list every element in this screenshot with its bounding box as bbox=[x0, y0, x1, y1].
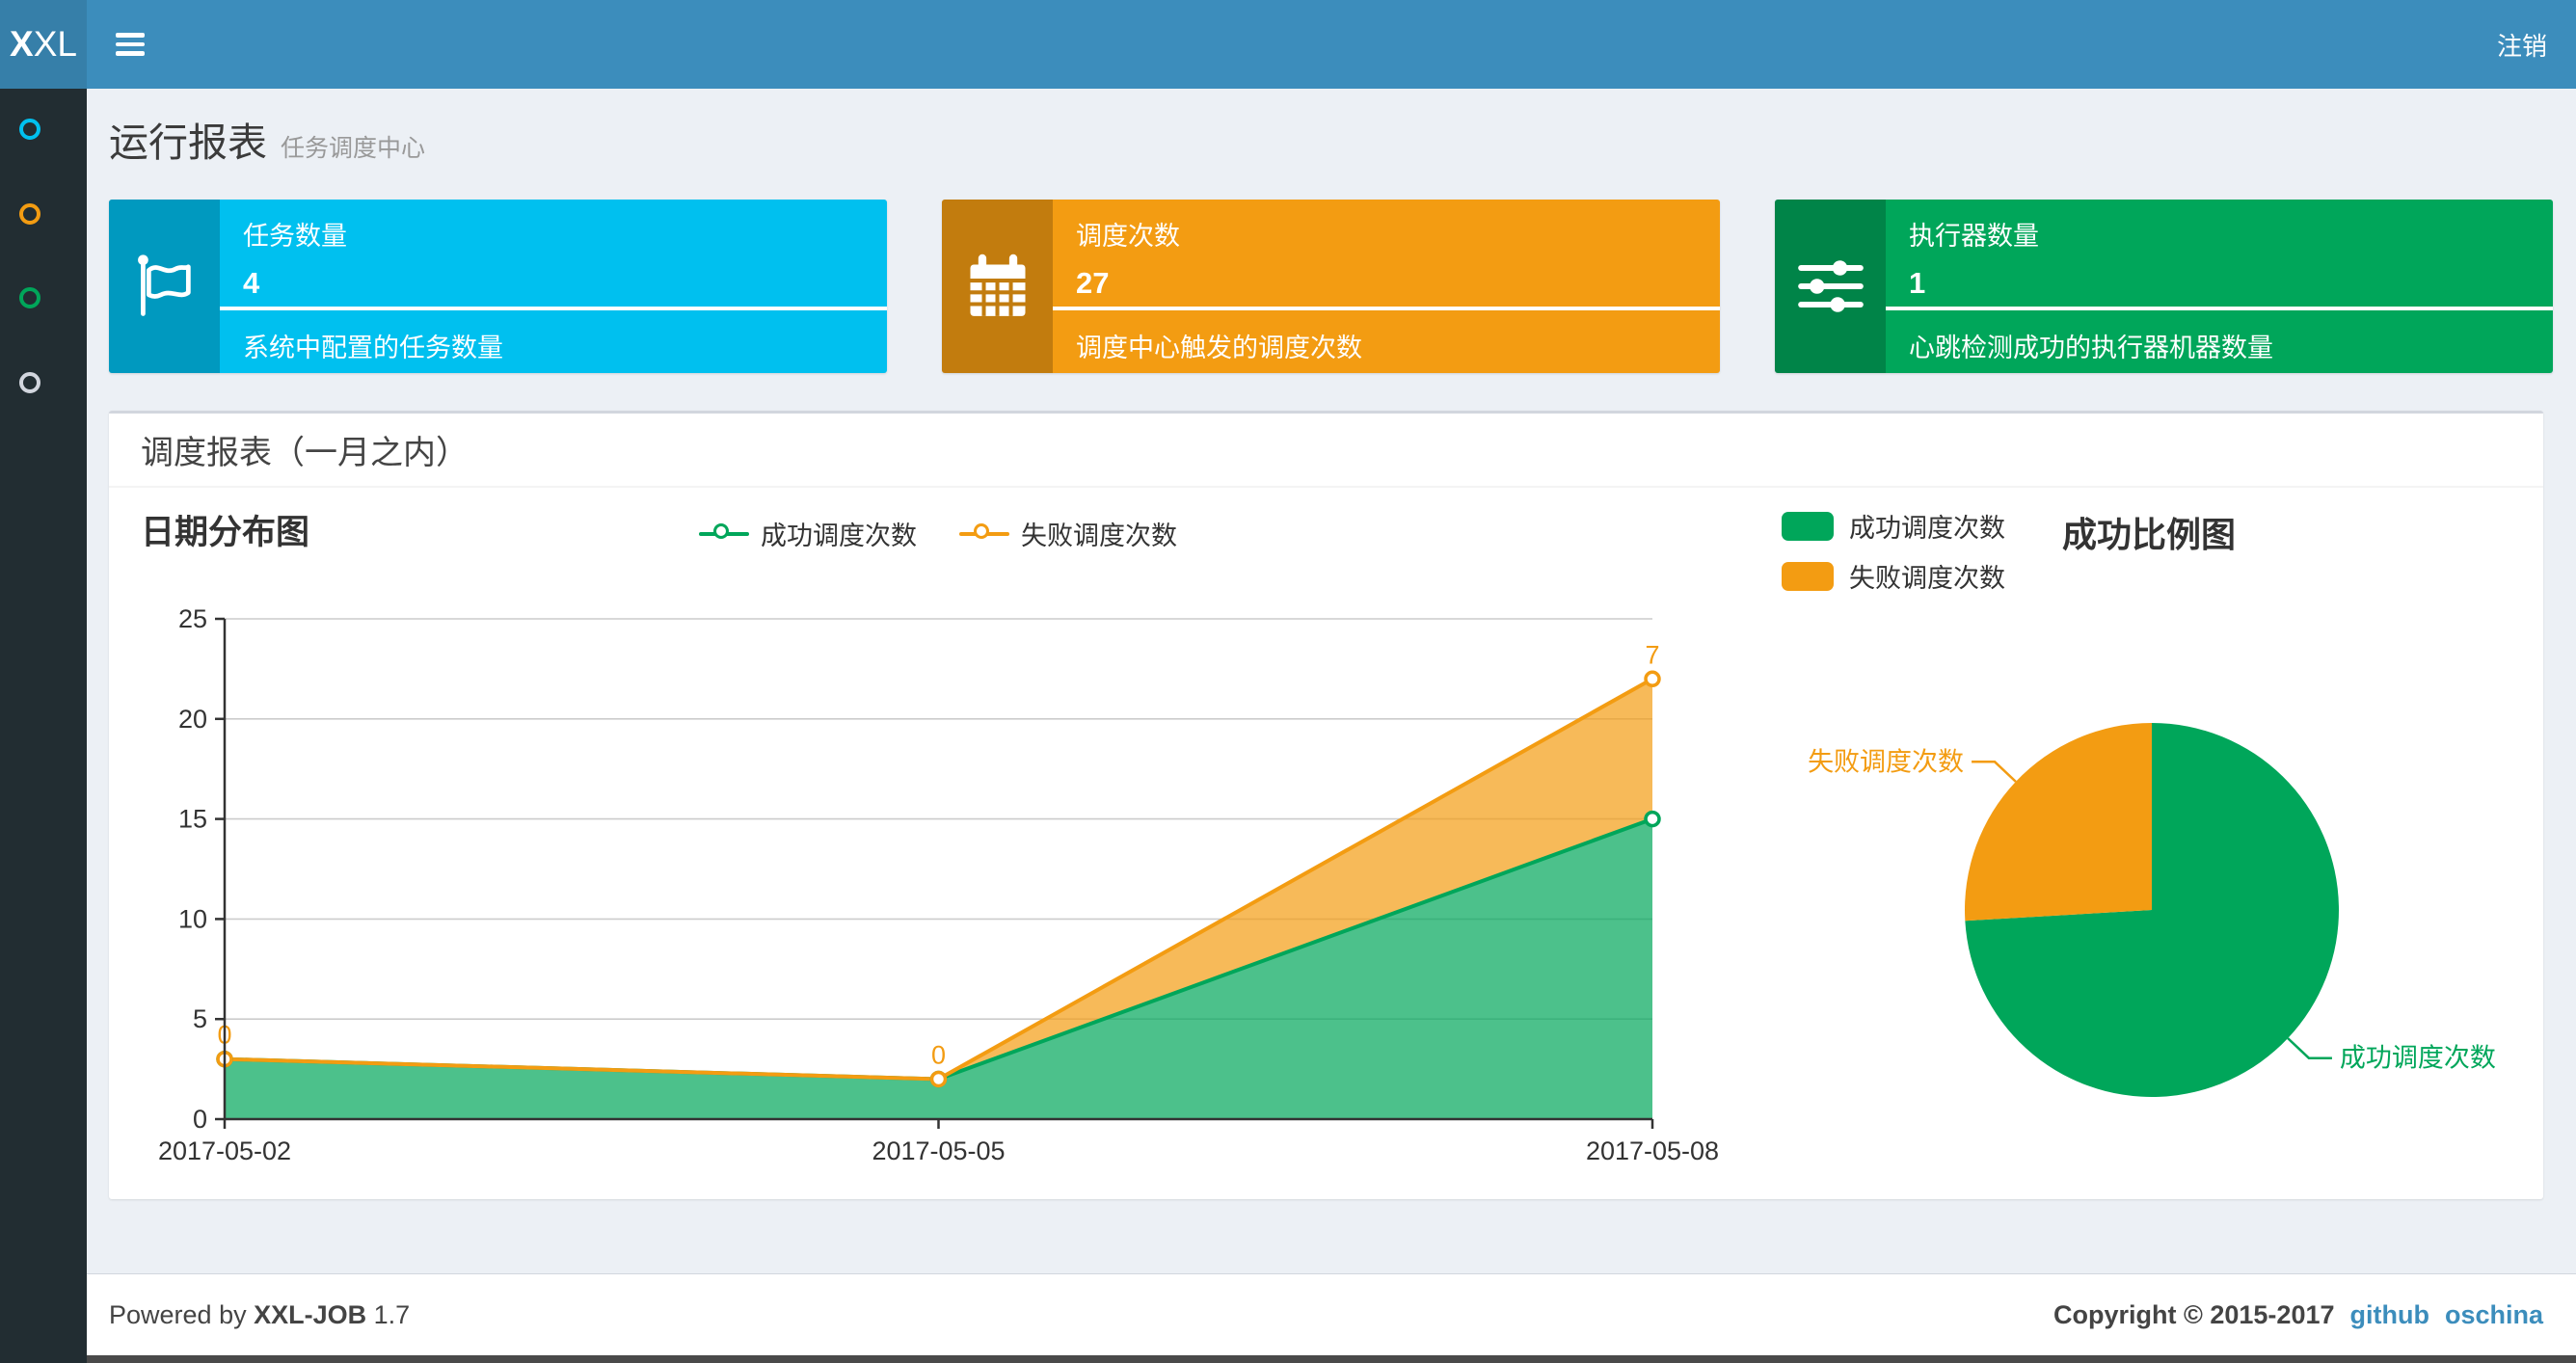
info-box-value: 4 bbox=[243, 266, 260, 300]
svg-text:失败调度次数: 失败调度次数 bbox=[1808, 747, 1964, 776]
calendar-icon bbox=[942, 200, 1053, 373]
sliders-icon bbox=[1775, 200, 1886, 373]
svg-text:20: 20 bbox=[178, 705, 207, 734]
logout-link[interactable]: 注销 bbox=[2497, 27, 2547, 63]
page-title: 运行报表 bbox=[109, 120, 267, 165]
divider bbox=[1886, 307, 2553, 310]
page-header: 运行报表 任务调度中心 bbox=[109, 110, 425, 168]
svg-text:0: 0 bbox=[931, 1040, 946, 1069]
svg-text:15: 15 bbox=[178, 805, 207, 834]
divider bbox=[220, 307, 887, 310]
report-panel: 调度报表（一月之内） 日期分布图 成功调度次数 失败调度次数 007051015… bbox=[109, 411, 2543, 1199]
svg-text:10: 10 bbox=[178, 904, 207, 933]
svg-text:2017-05-02: 2017-05-02 bbox=[158, 1136, 291, 1165]
powered-by-text: Powered by XXL-JOB 1.7 bbox=[109, 1299, 411, 1329]
github-link[interactable]: github bbox=[2350, 1300, 2429, 1330]
window-bottom-edge bbox=[87, 1355, 2576, 1363]
logo-rest: XL bbox=[33, 24, 77, 64]
divider bbox=[1053, 307, 1720, 310]
info-box-executors: 执行器数量 1 心跳检测成功的执行器机器数量 bbox=[1775, 200, 2553, 373]
circle-icon-menu-item-1[interactable] bbox=[19, 119, 40, 140]
info-box-description: 系统中配置的任务数量 bbox=[243, 334, 503, 362]
svg-text:成功调度次数: 成功调度次数 bbox=[2340, 1044, 2496, 1073]
info-box-value: 27 bbox=[1076, 266, 1110, 300]
svg-text:0: 0 bbox=[193, 1105, 207, 1134]
top-navbar: X XL 注销 bbox=[0, 0, 2576, 89]
info-box-title: 任务数量 bbox=[243, 222, 347, 251]
info-box-description: 调度中心触发的调度次数 bbox=[1076, 334, 1362, 362]
svg-text:25: 25 bbox=[178, 604, 207, 633]
mini-sidebar bbox=[0, 89, 87, 1363]
svg-text:5: 5 bbox=[193, 1004, 207, 1033]
oschina-link[interactable]: oschina bbox=[2445, 1300, 2543, 1330]
circle-icon-menu-item-4[interactable] bbox=[19, 372, 40, 394]
panel-body: 日期分布图 成功调度次数 失败调度次数 00705101520252017-05… bbox=[109, 488, 2543, 1197]
main-footer: Powered by XXL-JOB 1.7 Copyright © 2015-… bbox=[87, 1273, 2576, 1355]
app-logo[interactable]: X XL bbox=[0, 0, 87, 89]
svg-text:2017-05-05: 2017-05-05 bbox=[872, 1136, 1005, 1165]
flag-icon bbox=[109, 200, 220, 373]
info-box-value: 1 bbox=[1909, 266, 1926, 300]
logo-bold: X bbox=[10, 24, 34, 64]
copyright-text: Copyright © 2015-2017 bbox=[2053, 1299, 2335, 1329]
line-area-chart: 00705101520252017-05-022017-05-052017-05… bbox=[158, 604, 1719, 1165]
menu-icon[interactable] bbox=[116, 28, 160, 61]
circle-icon-menu-item-2[interactable] bbox=[19, 202, 40, 225]
info-box-description: 心跳检测成功的执行器机器数量 bbox=[1909, 334, 2273, 362]
circle-icon-menu-item-3[interactable] bbox=[19, 287, 40, 309]
info-box-jobs: 任务数量 4 系统中配置的任务数量 bbox=[109, 200, 887, 373]
page-subtitle: 任务调度中心 bbox=[281, 135, 426, 162]
info-box-triggers: 调度次数 27 调度中心触发的调度次数 bbox=[942, 200, 1720, 373]
info-box-row: 任务数量 4 系统中配置的任务数量 调度次数 27 调度中心触发的调度次数 执行… bbox=[109, 200, 2553, 373]
info-box-title: 执行器数量 bbox=[1909, 222, 2039, 251]
content-area: 运行报表 任务调度中心 任务数量 4 系统中配置的任务数量 调度次数 27 调度… bbox=[87, 89, 2576, 1363]
pie-chart: 成功调度次数 失败调度次数 bbox=[1808, 723, 2496, 1097]
info-box-title: 调度次数 bbox=[1076, 222, 1180, 251]
panel-title: 调度报表（一月之内） bbox=[109, 414, 2543, 488]
